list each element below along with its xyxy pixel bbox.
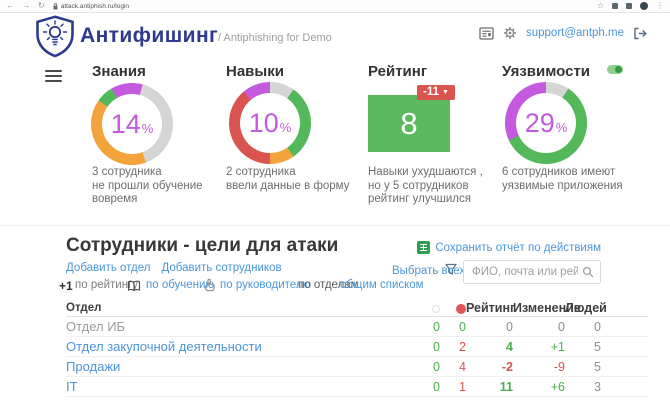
extension-icon[interactable]	[626, 3, 632, 9]
lock-icon	[53, 2, 58, 9]
vulnerabilities-description: 6 сотрудников имеют уязвимые приложения	[502, 166, 623, 192]
department-link[interactable]: IT	[66, 379, 410, 394]
white-circle-icon	[432, 304, 440, 313]
bookmark-star-icon[interactable]: ☆	[597, 2, 604, 10]
column-people[interactable]: Людей	[565, 301, 607, 315]
browser-forward-icon[interactable]: →	[22, 2, 30, 10]
address-bar[interactable]: attack.antiphish.ru/login	[53, 3, 129, 10]
breadcrumb: / Antiphishing for Demo	[218, 32, 332, 44]
knowledge-percent: 14	[110, 108, 141, 139]
red-circle-icon	[456, 303, 466, 314]
settings-gear-icon[interactable]	[503, 26, 517, 40]
cell-change: +1	[550, 339, 565, 354]
skills-description: 2 сотрудника ввели данные в форму	[226, 166, 350, 192]
support-email-link[interactable]: support@antph.me	[526, 27, 624, 39]
skills-percent: 10	[248, 107, 279, 138]
cell-people: 5	[594, 359, 601, 374]
card-title-knowledge: Знания	[92, 63, 146, 80]
brand-title: Антифишинг	[80, 24, 219, 47]
browser-menu-icon[interactable]: ⋮	[656, 2, 664, 10]
cell-red-circle: 0	[459, 319, 466, 334]
menu-icon[interactable]	[45, 70, 62, 82]
cell-white-circle: 0	[433, 359, 440, 374]
cell-change: -9	[553, 359, 565, 374]
training-book-icon	[127, 280, 141, 292]
table-row[interactable]: Отдел ИБ 0 0 0 0 0	[66, 317, 648, 337]
column-change[interactable]: Изменение	[513, 301, 581, 315]
add-employees-link[interactable]: Добавить сотрудников	[161, 262, 281, 274]
rating-score-box: 8	[368, 95, 450, 152]
add-department-link[interactable]: Добавить отдел	[66, 262, 150, 274]
rating-score: 8	[400, 105, 418, 141]
cell-red-circle: 4	[459, 359, 466, 374]
cell-white-circle: 0	[433, 319, 440, 334]
table-row[interactable]: IT 0 1 11 +6 3	[66, 377, 648, 397]
cell-red-circle: 2	[459, 339, 466, 354]
vulnerabilities-donut-chart: 29%	[505, 82, 587, 164]
section-divider	[0, 225, 670, 226]
card-title-vulnerabilities: Уязвимости	[502, 63, 591, 80]
cell-white-circle: 0	[433, 379, 440, 394]
card-title-skills: Навыки	[226, 63, 284, 80]
pointing-hand-icon	[204, 278, 215, 292]
cell-rating: 4	[506, 339, 513, 354]
antiphishing-shield-logo	[36, 15, 74, 58]
column-department[interactable]: Отдел	[66, 302, 410, 314]
department-link[interactable]: Продажи	[66, 359, 410, 374]
news-icon[interactable]	[479, 26, 494, 40]
cell-red-circle: 1	[459, 379, 466, 394]
cell-people: 3	[594, 379, 601, 394]
column-red-circle[interactable]	[440, 301, 466, 315]
column-rating[interactable]: Рейтинг	[466, 301, 515, 315]
rating-change-badge: -11 ▼	[417, 85, 455, 100]
cell-change: +6	[550, 379, 565, 394]
cell-people: 0	[594, 319, 601, 334]
card-title-rating: Рейтинг	[368, 63, 428, 80]
browser-toolbar: ← → ↻ attack.antiphish.ru/login ☆ ⋮	[0, 0, 670, 13]
vulnerabilities-percent: 29	[524, 107, 555, 138]
excel-icon	[417, 241, 431, 254]
down-arrow-icon: ▼	[442, 88, 449, 96]
filter-funnel-icon[interactable]	[445, 263, 457, 276]
knowledge-description: 3 сотрудника не прошли обучение вовремя	[92, 166, 203, 205]
column-white-circle[interactable]	[410, 301, 440, 315]
rating-delta-badge: +1	[59, 279, 73, 293]
departments-table: Отдел Рейтинг Изменение Людей Отдел ИБ 0…	[66, 300, 648, 400]
page-title: Сотрудники - цели для атаки	[66, 235, 339, 256]
table-body: Отдел ИБ 0 0 0 0 0 Отдел закупочной деят…	[66, 317, 648, 400]
cell-rating: -2	[501, 359, 513, 374]
cell-white-circle: 0	[433, 339, 440, 354]
table-row[interactable]: Продажи 0 4 -2 -9 5	[66, 357, 648, 377]
view-common-list[interactable]: общим списком	[340, 279, 424, 291]
department-link[interactable]: Отдел ИБ	[66, 319, 410, 334]
logout-icon[interactable]	[633, 27, 647, 40]
extension-icon[interactable]	[612, 3, 618, 9]
save-report-link[interactable]: Сохранить отчёт по действиям	[417, 241, 601, 254]
vulnerabilities-toggle[interactable]	[607, 65, 623, 74]
table-header: Отдел Рейтинг Изменение Людей	[66, 300, 648, 317]
table-row[interactable]: Отдел закупочной деятельности 0 2 4 +1 5	[66, 337, 648, 357]
cell-change: 0	[558, 319, 565, 334]
skills-donut-chart: 10%	[229, 82, 311, 164]
cell-people: 5	[594, 339, 601, 354]
cell-rating: 0	[506, 319, 513, 334]
knowledge-donut-chart: 14%	[91, 83, 173, 165]
browser-reload-icon[interactable]: ↻	[38, 2, 45, 10]
url-text: attack.antiphish.ru/login	[60, 2, 129, 10]
browser-back-icon[interactable]: ←	[6, 2, 14, 10]
department-link[interactable]: Отдел закупочной деятельности	[66, 339, 410, 354]
browser-profile-avatar[interactable]	[640, 2, 648, 10]
cell-rating: 11	[499, 379, 513, 394]
rating-description: Навыки ухудшаются , но у 5 сотрудников рей…	[368, 166, 483, 205]
search-icon[interactable]	[582, 266, 594, 278]
search-input[interactable]	[464, 266, 582, 278]
